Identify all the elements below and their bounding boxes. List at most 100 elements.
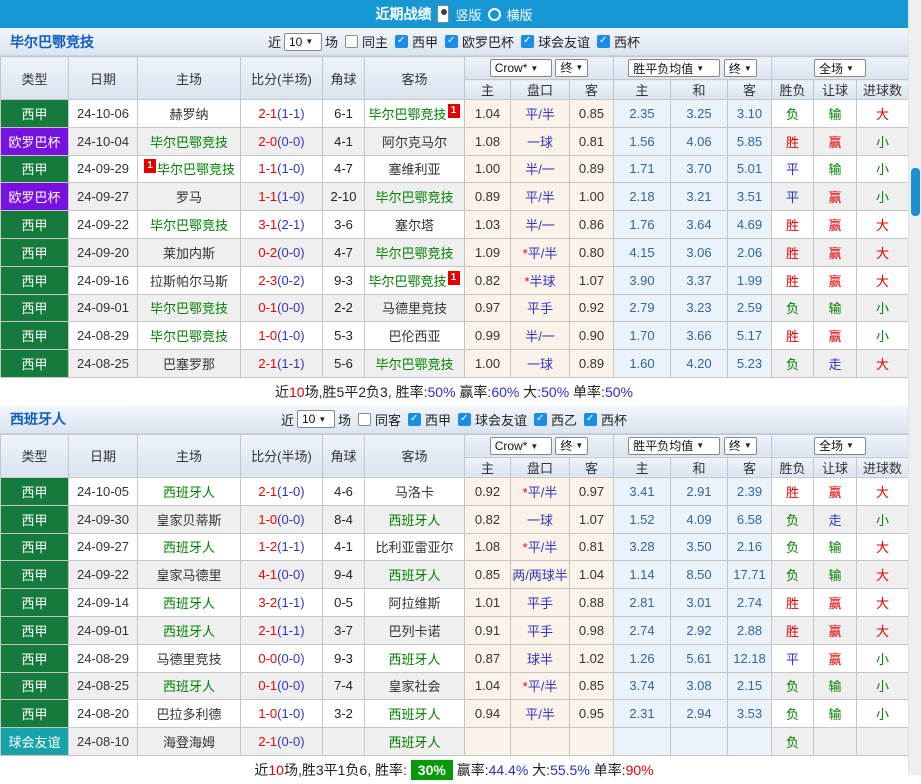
- away-team-name: 西班牙人: [388, 735, 441, 751]
- away-team-cell: 西班牙人: [364, 699, 465, 729]
- bookmaker-select[interactable]: Crow* ▼: [489, 59, 552, 78]
- league-checkbox[interactable]: [534, 412, 548, 426]
- handicap-value: 一球: [526, 134, 553, 150]
- avg-time-select-value: 终: [728, 439, 741, 454]
- date-cell: 24-09-20: [68, 237, 138, 267]
- period-select[interactable]: 全场 ▼: [814, 59, 867, 77]
- sections-container: 毕尔巴鄂竞技近10▼场同主西甲欧罗巴杯球会友谊西杯类型日期主场比分(半场)角球客…: [0, 28, 910, 783]
- handicap-cell: *平/半: [510, 532, 570, 562]
- result-cell: 胜: [771, 126, 814, 156]
- horizontal-layout-radio[interactable]: [487, 7, 501, 21]
- avg-odds-select[interactable]: 胜平负均值 ▼: [628, 59, 721, 77]
- summary-segment: 50%: [604, 383, 633, 400]
- same-venue-checkbox[interactable]: [344, 35, 358, 48]
- odds-time-select[interactable]: 终 ▼: [555, 436, 589, 455]
- scrollbar-track[interactable]: [908, 0, 921, 775]
- result-cell: 负: [771, 727, 814, 756]
- sub-column-header: 客: [727, 79, 772, 100]
- chevron-down-icon: ▼: [530, 63, 539, 73]
- home-team-cell: 罗马: [137, 182, 241, 212]
- team-section: 西班牙人近10▼场同客西甲球会友谊西乙西杯类型日期主场比分(半场)角球客场Cro…: [0, 405, 910, 783]
- record-summary: 近10场,胜3平1负6, 胜率: 30% 赢率:44.4% 大:55.5% 单率…: [0, 756, 908, 783]
- league-checkbox[interactable]: [407, 412, 421, 426]
- games-label: 场: [324, 35, 338, 50]
- goals-result-cell: 大: [855, 588, 910, 617]
- league-checkbox[interactable]: [458, 412, 471, 426]
- corner-cell: 6-1: [322, 99, 365, 128]
- crow-odds-group-header: Crow* ▼ 终 ▼: [464, 56, 614, 80]
- league-checkbox[interactable]: [521, 35, 535, 48]
- games-label: 场: [337, 412, 351, 428]
- home-odds-cell: 1.09: [464, 237, 511, 267]
- column-header: 日期: [68, 56, 138, 100]
- away-odds-cell: 0.95: [569, 699, 614, 729]
- handicap-value: 一球: [526, 512, 553, 528]
- odds-time-select[interactable]: 终 ▼: [555, 58, 589, 77]
- column-header: 角球: [322, 56, 365, 100]
- bookmaker-select[interactable]: Crow* ▼: [489, 437, 552, 456]
- score-cell: 2-3(0-2): [240, 265, 323, 295]
- league-checkbox[interactable]: [597, 35, 611, 48]
- period-select[interactable]: 全场 ▼: [814, 436, 867, 455]
- result-cell: 负: [771, 99, 814, 128]
- corner-cell: 9-3: [322, 643, 365, 673]
- handicap-result-cell: 输: [813, 99, 857, 128]
- fulltime-score: 3-1: [258, 217, 278, 233]
- handicap-value: 半/一: [525, 329, 555, 345]
- summary-segment: 50%: [541, 383, 570, 400]
- away-team-name: 西班牙人: [388, 707, 441, 723]
- avg-draw-cell: 2.92: [670, 615, 728, 645]
- home-odds-cell: 0.82: [464, 265, 511, 295]
- handicap-cell: 半/一: [510, 210, 570, 239]
- away-team-name: 毕尔巴鄂竞技: [375, 245, 454, 261]
- corner-cell: 4-1: [322, 126, 365, 156]
- goals-result-cell: 大: [855, 476, 910, 506]
- league-checkbox[interactable]: [584, 412, 598, 426]
- league-label: 西甲: [411, 35, 438, 50]
- avg-draw-cell: 3.25: [670, 99, 728, 128]
- avg-home-cell: 1.56: [613, 126, 671, 156]
- league-label: 西杯: [601, 412, 628, 428]
- fulltime-score: 1-1: [258, 189, 278, 205]
- column-header: 类型: [0, 433, 69, 478]
- match-row: 西甲 24-09-29 1 毕尔巴鄂竞技 1-1(1-0) 4-7 塞维利亚 1.00 半/一 0…: [0, 154, 910, 184]
- avg-home-cell: 2.35: [613, 99, 671, 128]
- avg-odds-select-value: 胜平负均值: [633, 61, 694, 76]
- scrollbar-thumb[interactable]: [911, 168, 920, 216]
- avg-away-cell: 2.59: [727, 293, 772, 323]
- matches-table: 类型 日期 主场 比分(半场) 角球 客场 Crow* ▼ 终 ▼ 胜平负均值 ▼ 终 ▼ 全场 ▼ 主盘口…: [0, 56, 910, 378]
- match-count-select[interactable]: 10 ▼: [296, 410, 335, 429]
- vertical-layout-label[interactable]: 竖版: [455, 5, 481, 24]
- match-row: 西甲 24-08-25 西班牙人 0-1(0-0) 7-4 皇家社会 1.04 *平/半 0.8…: [0, 671, 910, 701]
- score-cell: 2-1(1-1): [240, 615, 323, 645]
- handicap-value: 球半: [526, 651, 553, 667]
- sub-column-header: 盘口: [510, 456, 570, 478]
- same-venue-checkbox[interactable]: [357, 412, 371, 426]
- avg-away-cell: 5.23: [727, 349, 772, 378]
- league-checkbox[interactable]: [445, 35, 458, 48]
- handicap-cell: 半/一: [510, 321, 570, 351]
- summary-segment: 30%: [410, 759, 453, 780]
- halftime-score: (0-0): [277, 567, 305, 583]
- competition-cell: 西甲: [0, 321, 69, 351]
- vertical-layout-radio[interactable]: [437, 5, 450, 23]
- avg-draw-cell: 3.21: [670, 182, 728, 212]
- handicap-result-cell: 赢: [813, 643, 857, 673]
- avg-draw-cell: 8.50: [670, 560, 728, 590]
- avg-time-select[interactable]: 终 ▼: [723, 436, 757, 455]
- league-checkbox[interactable]: [394, 35, 408, 48]
- avg-odds-select[interactable]: 胜平负均值 ▼: [628, 436, 721, 455]
- red-card-badge: 1: [143, 159, 156, 174]
- result-cell: 胜: [771, 588, 814, 617]
- horizontal-layout-label[interactable]: 横版: [507, 5, 533, 24]
- match-count-select[interactable]: 10 ▼: [283, 32, 322, 51]
- summary-segment: 大:: [528, 761, 551, 778]
- period-select-value: 全场: [819, 61, 844, 76]
- match-row: 西甲 24-09-16 拉斯帕尔马斯 2-3(0-2) 9-3 毕尔巴鄂竞技 1 0.82 *半…: [0, 265, 910, 295]
- section-bar: 毕尔巴鄂竞技近10▼场同主西甲欧罗巴杯球会友谊西杯: [0, 28, 908, 56]
- home-team-name: 西班牙人: [162, 484, 215, 500]
- avg-time-select[interactable]: 终 ▼: [723, 59, 757, 77]
- away-team-name: 西班牙人: [388, 568, 441, 584]
- date-cell: 24-08-25: [68, 671, 138, 701]
- home-team-cell: 海登海姆: [137, 727, 241, 756]
